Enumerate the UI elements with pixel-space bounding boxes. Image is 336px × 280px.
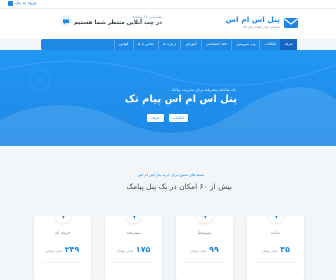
plan-price-value: ۳۵ [280, 245, 290, 254]
plans-title: بیش از ۶۰ امکان در یک پنل پیامک [126, 182, 232, 191]
paper-plane-icon [54, 216, 71, 223]
support-phone: پشتیبانی ۲۴ ساعته [132, 14, 163, 19]
plan-name: پیشرفته [126, 231, 141, 236]
support-block: پشتیبانی ۲۴ ساعته در چت آنلاین منتظر شما… [74, 14, 162, 26]
plan-card-professional[interactable]: حرفه ای ۲۴۹ هزار تومان [34, 216, 91, 280]
plan-price-value: ۹۹ [209, 245, 219, 254]
plan-price-unit: هزار تومان [45, 249, 62, 253]
features-button[interactable]: امکانات [168, 114, 188, 122]
plan-price-value: ۱۷۵ [135, 245, 151, 254]
nav-item-contact[interactable]: تماس با ما [132, 39, 158, 50]
nav-item-rules[interactable]: قوانین [113, 39, 133, 50]
plan-price-value: ۲۴۹ [64, 245, 80, 254]
brand-title: پنل اس ام اس [225, 15, 280, 24]
plan-card-advanced[interactable]: پیشرفته ۱۷۵ هزار تومان [105, 216, 162, 280]
header: پنل اس ام اس سامانه پیام کوتاه پیام تک پ… [0, 9, 336, 39]
plan-price-unit: هزار تومان [261, 249, 278, 253]
divider [113, 262, 154, 263]
nav-item-dedicated-line[interactable]: خط اختصاصی [200, 39, 232, 50]
hero-banner: یک سامانه پیشرفته برای مدیریت پیامک پنل … [0, 50, 336, 146]
plan-price: ۹۹ هزار تومان [176, 245, 233, 254]
divider [184, 262, 225, 263]
nav-item-tutorial[interactable]: آموزش [180, 39, 200, 50]
top-bar: ورود به پنل [0, 0, 336, 9]
divider [42, 262, 83, 263]
plan-price-unit: هزار تومان [116, 249, 133, 253]
plan-card-simple[interactable]: ساده ۳۵ هزار تومان [247, 216, 304, 280]
plan-name: ساده [270, 231, 281, 236]
plan-price: ۱۷۵ هزار تومان [105, 245, 162, 254]
nav-item-features[interactable]: امکانات [259, 39, 280, 50]
hero-headline: پنل اس ام اس پیام تک [124, 94, 237, 105]
plan-name: حرفه ای [54, 231, 71, 236]
plan-price: ۲۴۹ هزار تومان [34, 245, 91, 254]
divider [255, 262, 296, 263]
paper-plane-icon [267, 216, 284, 223]
nav-item-tariff[interactable]: تعرفه [280, 39, 297, 50]
chat-icon[interactable] [60, 15, 72, 27]
plan-price-unit: هزار تومان [190, 249, 207, 253]
hero-tagline: یک سامانه پیشرفته برای مدیریت پیامک [170, 87, 236, 92]
nav-item-web-service[interactable]: وب سرویس [231, 39, 259, 50]
paper-plane-icon [125, 216, 142, 223]
user-icon [8, 1, 13, 6]
plan-card-medium[interactable]: متوسط ۹۹ هزار تومان [176, 216, 233, 280]
page: ورود به پنل پنل اس ام اس سامانه پیام کوت… [0, 0, 336, 280]
envelope-logo-icon [284, 18, 298, 28]
plan-cards: ساده ۳۵ هزار تومان متوسط ۹۹ هزار تومان پ… [32, 216, 304, 280]
support-message: در چت آنلاین منتظر شما هستیم [74, 20, 163, 26]
paper-plane-icon [196, 216, 213, 223]
plans-tagline: بسته های متنوع برای خرید پنل اس ام اس [137, 172, 205, 177]
login-label: ورود به پنل [15, 1, 37, 6]
hero-buttons: امکانات تعرفه [147, 114, 188, 122]
brand[interactable]: پنل اس ام اس سامانه پیام کوتاه پیام تک [226, 15, 280, 29]
login-link[interactable]: ورود به پنل [8, 1, 36, 6]
plan-price: ۳۵ هزار تومان [247, 245, 304, 254]
plan-name: متوسط [197, 231, 212, 236]
main-nav: تعرفه امکانات وب سرویس خط اختصاصی آموزش … [41, 39, 297, 50]
brand-subtitle: سامانه پیام کوتاه پیام تک [242, 25, 280, 29]
nav-item-about[interactable]: درباره ما [157, 39, 181, 50]
tariff-button[interactable]: تعرفه [147, 114, 164, 122]
